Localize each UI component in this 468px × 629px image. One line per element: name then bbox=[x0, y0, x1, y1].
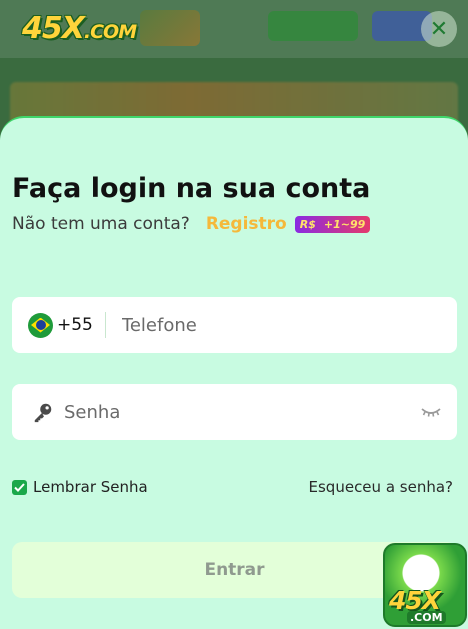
promo-logo-suffix: .COM bbox=[407, 611, 446, 624]
brazil-flag-icon[interactable] bbox=[28, 312, 53, 338]
check-icon bbox=[14, 482, 25, 492]
register-prompt: Não tem uma conta? Registro R$ +1~99 bbox=[12, 214, 371, 234]
eye-closed-icon[interactable] bbox=[421, 405, 441, 419]
site-logo: 45X.COM bbox=[22, 8, 201, 48]
logo-decoration bbox=[140, 10, 201, 46]
phone-field[interactable]: +55 bbox=[12, 297, 457, 353]
remember-password[interactable]: Lembrar Senha bbox=[12, 478, 148, 496]
bonus-badge: R$ +1~99 bbox=[294, 215, 371, 233]
close-button[interactable]: ✕ bbox=[421, 11, 457, 47]
register-link[interactable]: Registro bbox=[206, 214, 287, 234]
floating-promo-icon[interactable]: 45X .COM bbox=[383, 543, 467, 627]
key-icon bbox=[34, 403, 52, 423]
password-input[interactable] bbox=[62, 400, 421, 424]
logo-text: 45X.COM bbox=[22, 10, 137, 46]
country-code[interactable]: +55 bbox=[57, 315, 93, 335]
badge-currency: R$ bbox=[299, 217, 316, 231]
remember-checkbox[interactable] bbox=[12, 479, 27, 495]
remember-label[interactable]: Lembrar Senha bbox=[33, 478, 148, 496]
phone-input[interactable] bbox=[119, 313, 457, 337]
forgot-password-link[interactable]: Esqueceu a senha? bbox=[309, 478, 453, 496]
close-icon: ✕ bbox=[429, 16, 449, 42]
field-divider bbox=[104, 312, 106, 338]
background-login-button bbox=[268, 11, 358, 41]
password-field[interactable] bbox=[12, 384, 457, 440]
page-title: Faça login na sua conta bbox=[12, 173, 371, 204]
badge-amount: +1~99 bbox=[323, 217, 366, 231]
no-account-text: Não tem uma conta? bbox=[12, 214, 190, 234]
